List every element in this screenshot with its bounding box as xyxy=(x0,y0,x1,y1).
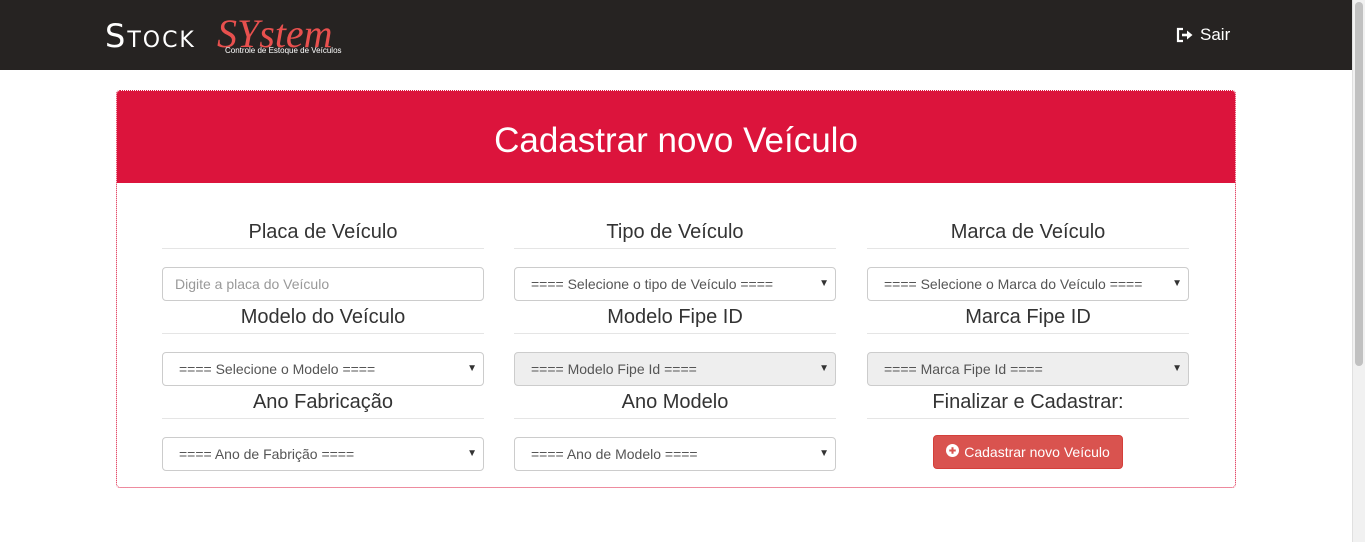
placa-group: Placa de Veículo Digite a placa do Veícu… xyxy=(162,217,484,301)
placa-input[interactable]: Digite a placa do Veículo xyxy=(162,267,484,301)
sign-out-icon xyxy=(1176,27,1194,43)
tipo-select[interactable]: ==== Selecione o tipo de Veículo ==== ▼ xyxy=(514,267,836,301)
scrollbar-thumb[interactable] xyxy=(1355,2,1363,366)
modelo-select[interactable]: ==== Selecione o Modelo ==== ▼ xyxy=(162,352,484,386)
tipo-group: Tipo de Veículo ==== Selecione o tipo de… xyxy=(514,217,836,301)
modelo-fipe-group: Modelo Fipe ID ==== Modelo Fipe Id ==== … xyxy=(514,302,836,386)
brand-stock-text: Stock xyxy=(105,17,196,55)
ano-fabricacao-label: Ano Fabricação xyxy=(162,387,484,419)
ano-modelo-selected-value: ==== Ano de Modelo ==== xyxy=(531,446,698,462)
modelo-fipe-selected-value: ==== Modelo Fipe Id ==== xyxy=(531,361,697,377)
ano-modelo-select[interactable]: ==== Ano de Modelo ==== ▼ xyxy=(514,437,836,471)
brand-logo[interactable]: Stock SYstem Controle de Estoque de Veíc… xyxy=(105,10,365,62)
panel-title: Cadastrar novo Veículo xyxy=(494,121,858,160)
finalizar-label: Finalizar e Cadastrar: xyxy=(867,387,1189,419)
marca-fipe-group: Marca Fipe ID ==== Marca Fipe Id ==== ▼ xyxy=(867,302,1189,386)
logout-button[interactable]: Sair xyxy=(1176,24,1230,46)
placa-label: Placa de Veículo xyxy=(162,217,484,249)
placa-placeholder: Digite a placa do Veículo xyxy=(175,276,330,292)
plus-circle-icon xyxy=(946,444,960,460)
modelo-label: Modelo do Veículo xyxy=(162,302,484,334)
marca-select[interactable]: ==== Selecione o Marca do Veículo ==== ▼ xyxy=(867,267,1189,301)
cadastrar-button-label: Cadastrar novo Veículo xyxy=(964,444,1110,460)
tipo-selected-value: ==== Selecione o tipo de Veículo ==== xyxy=(531,276,774,292)
marca-fipe-selected-value: ==== Marca Fipe Id ==== xyxy=(884,361,1043,377)
panel-header: Cadastrar novo Veículo xyxy=(117,91,1235,183)
marca-group: Marca de Veículo ==== Selecione o Marca … xyxy=(867,217,1189,301)
caret-down-icon: ▼ xyxy=(819,278,829,289)
caret-down-icon: ▼ xyxy=(819,363,829,374)
caret-down-icon: ▼ xyxy=(819,448,829,459)
marca-fipe-select[interactable]: ==== Marca Fipe Id ==== ▼ xyxy=(867,352,1189,386)
tipo-label: Tipo de Veículo xyxy=(514,217,836,249)
caret-down-icon: ▼ xyxy=(1172,363,1182,374)
scrollbar[interactable] xyxy=(1352,0,1365,542)
ano-fabricacao-selected-value: ==== Ano de Fabrição ==== xyxy=(179,446,355,462)
modelo-group: Modelo do Veículo ==== Selecione o Model… xyxy=(162,302,484,386)
modelo-selected-value: ==== Selecione o Modelo ==== xyxy=(179,361,376,377)
caret-down-icon: ▼ xyxy=(1172,278,1182,289)
marca-selected-value: ==== Selecione o Marca do Veículo ==== xyxy=(884,276,1143,292)
modelo-fipe-select[interactable]: ==== Modelo Fipe Id ==== ▼ xyxy=(514,352,836,386)
ano-fabricacao-group: Ano Fabricação ==== Ano de Fabrição ====… xyxy=(162,387,484,471)
logout-label: Sair xyxy=(1200,25,1231,44)
marca-fipe-label: Marca Fipe ID xyxy=(867,302,1189,334)
finalizar-group: Finalizar e Cadastrar: Cadastrar novo Ve… xyxy=(867,387,1189,469)
caret-down-icon: ▼ xyxy=(467,448,477,459)
navbar: Stock SYstem Controle de Estoque de Veíc… xyxy=(0,0,1352,70)
cadastrar-veiculo-button[interactable]: Cadastrar novo Veículo xyxy=(933,435,1123,469)
marca-label: Marca de Veículo xyxy=(867,217,1189,249)
ano-fabricacao-select[interactable]: ==== Ano de Fabrição ==== ▼ xyxy=(162,437,484,471)
brand-subtitle: Controle de Estoque de Veículos xyxy=(225,46,342,55)
ano-modelo-group: Ano Modelo ==== Ano de Modelo ==== ▼ xyxy=(514,387,836,471)
ano-modelo-label: Ano Modelo xyxy=(514,387,836,419)
modelo-fipe-label: Modelo Fipe ID xyxy=(514,302,836,334)
register-vehicle-panel: Cadastrar novo Veículo Placa de Veículo … xyxy=(116,90,1236,488)
caret-down-icon: ▼ xyxy=(467,363,477,374)
